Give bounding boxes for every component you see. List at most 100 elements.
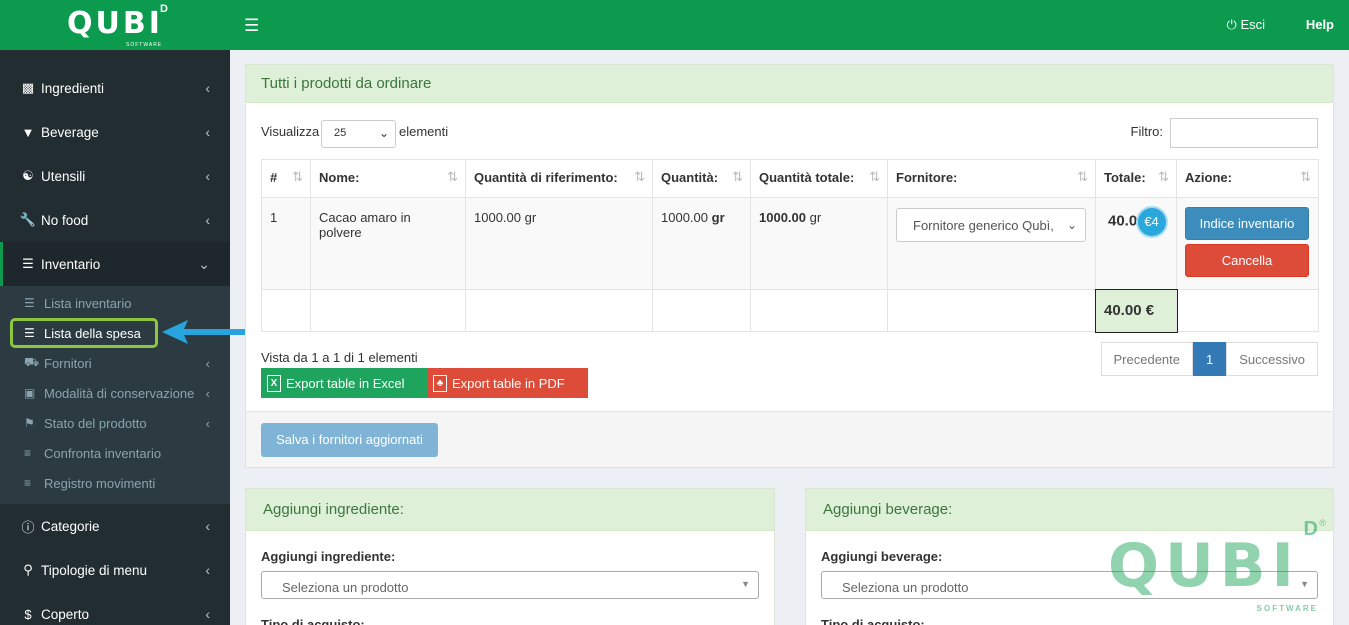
sort-icon: ⇅	[447, 169, 458, 184]
ingredient-select[interactable]: Seleziona un prodotto ▼	[261, 571, 759, 599]
sidebar-item-tipologie-menu[interactable]: ⚲ Tipologie di menu ‹	[0, 548, 230, 592]
pagination-page[interactable]: 1	[1193, 342, 1227, 376]
table-total-row: 40.00 €	[261, 288, 1319, 333]
sidebar: QUBI D SOFTWARE ▩ Ingredienti ‹ ▼ Bevera…	[0, 0, 230, 625]
submenu-item-registro-movimenti[interactable]: ≡ Registro movimenti	[0, 468, 230, 498]
power-icon: ⏻	[1226, 17, 1237, 32]
sidebar-item-beverage[interactable]: ▼ Beverage ‹	[0, 110, 230, 154]
bars-icon: ≡	[24, 446, 32, 460]
column-header-total-qty[interactable]: Quantità totale: ⇅	[750, 159, 888, 198]
export-excel-button[interactable]: X Export table in Excel	[261, 368, 427, 398]
chevron-left-icon: ‹	[205, 385, 210, 401]
inventory-index-button[interactable]: Indice inventario	[1185, 207, 1309, 240]
sidebar-item-utensili[interactable]: ☯ Utensili ‹	[0, 154, 230, 198]
grand-total: 40.00 €	[1094, 288, 1178, 333]
chevron-left-icon: ‹	[205, 415, 210, 431]
sidebar-item-inventario[interactable]: ☰ Inventario ⌄	[0, 242, 230, 286]
column-header-name[interactable]: Nome: ⇅	[310, 159, 466, 198]
sidebar-item-coperto[interactable]: $ Coperto ‹	[0, 592, 230, 625]
sidebar-item-label: Inventario	[41, 256, 101, 272]
submenu-item-label: Fornitori	[44, 355, 92, 371]
cell-total: 40.00€4	[1095, 197, 1177, 290]
sort-icon: ⇅	[869, 169, 880, 184]
sidebar-item-label: Ingredienti	[41, 80, 105, 96]
table-row: 1 Cacao amaro in polvere 1000.00 gr 1000…	[261, 197, 1319, 290]
caret-down-icon: ▼	[1300, 579, 1309, 589]
page-size-value: 25	[334, 127, 347, 139]
page-size-select[interactable]: 25 ⌄	[321, 120, 396, 148]
submenu-item-label: Lista inventario	[44, 295, 132, 311]
cell-qty: 1000.00 gr	[652, 197, 751, 290]
filter-icon: ▼	[21, 124, 35, 140]
products-table: # ⇅ Nome: ⇅ Quantità di riferimento: ⇅ Quan…	[261, 159, 1319, 333]
add-beverage-label: Aggiungi beverage:	[821, 549, 943, 564]
pagination-next[interactable]: Successivo	[1226, 342, 1318, 376]
sort-icon: ⇅	[1300, 169, 1311, 184]
export-pdf-button[interactable]: ♣ Export table in PDF	[427, 368, 588, 398]
column-header-action[interactable]: Azione: ⇅	[1176, 159, 1319, 198]
panel-title: Tutti i prodotti da ordinare	[246, 65, 1333, 103]
column-header-total[interactable]: Totale: ⇅	[1095, 159, 1177, 198]
beverage-select[interactable]: Seleziona un prodotto ▼	[821, 571, 1318, 599]
cell-index: 1	[261, 197, 311, 290]
column-header-supplier[interactable]: Fornitore: ⇅	[887, 159, 1096, 198]
chevron-left-icon: ‹	[205, 168, 210, 184]
submenu-item-stato-prodotto[interactable]: ⚑ Stato del prodotto ‹	[0, 408, 230, 438]
cell-total-qty: 1000.00 gr	[750, 197, 888, 290]
submenu-item-label: Confronta inventario	[44, 445, 162, 461]
panel-title: Aggiungi ingrediente:	[246, 489, 774, 531]
logo[interactable]: QUBI D SOFTWARE	[0, 0, 230, 50]
chevron-down-icon: ⌄	[378, 126, 389, 140]
help-link[interactable]: Help	[1306, 17, 1334, 32]
delete-button[interactable]: Cancella	[1185, 244, 1309, 277]
sidebar-item-categorie[interactable]: ⓘ Categorie ‹	[0, 504, 230, 548]
sidebar-item-no-food[interactable]: 🔧 No food ‹	[0, 198, 230, 242]
sidebar-item-label: Categorie	[41, 518, 100, 534]
logout-button[interactable]: ⏻ Esci	[1227, 17, 1265, 33]
list-icon: ☰	[24, 296, 35, 310]
wrench-icon: 🔧	[19, 212, 37, 227]
truck-icon: ⛟	[24, 355, 40, 369]
pagination-prev[interactable]: Precedente	[1100, 342, 1194, 376]
beverage-placeholder: Seleziona un prodotto	[842, 580, 969, 595]
chevron-left-icon: ‹	[205, 80, 210, 96]
hamburger-icon[interactable]: ☰	[244, 16, 259, 36]
sidebar-item-label: No food	[41, 212, 89, 228]
column-header-qty[interactable]: Quantità: ⇅	[652, 159, 751, 198]
panel-title: Aggiungi beverage:	[806, 489, 1333, 531]
save-suppliers-button[interactable]: Salva i fornitori aggiornati	[261, 423, 438, 457]
chevron-left-icon: ‹	[205, 355, 210, 371]
cell-name: Cacao amaro in polvere	[310, 197, 466, 290]
sort-desc-icon: ⇅	[292, 169, 303, 184]
column-header-index[interactable]: # ⇅	[261, 159, 311, 198]
sort-icon: ⇅	[634, 169, 645, 184]
puzzle-icon: ▩	[21, 80, 35, 95]
sidebar-item-ingredienti[interactable]: ▩ Ingredienti ‹	[0, 66, 230, 110]
supplier-value: Fornitore generico Qubì,	[913, 218, 1054, 233]
cube-icon: ▣	[24, 386, 36, 400]
submenu-item-lista-inventario[interactable]: ☰ Lista inventario	[0, 288, 230, 318]
chevron-left-icon: ‹	[205, 124, 210, 140]
step-badge: €4	[1137, 208, 1166, 236]
show-label: Visualizza	[261, 124, 320, 139]
add-ingredient-label: Aggiungi ingrediente:	[261, 549, 396, 564]
cell-ref-qty: 1000.00 gr	[465, 197, 653, 290]
submenu-item-modalita-conservazione[interactable]: ▣ Modalità di conservazione ‹	[0, 378, 230, 408]
logout-label: Esci	[1240, 17, 1265, 32]
logo-text: QUBI	[67, 5, 163, 41]
bars-icon: ≡	[24, 476, 32, 490]
logo-mark-icon: D	[160, 3, 168, 15]
chevron-down-icon: ⌄	[198, 255, 210, 272]
sort-icon: ⇅	[1077, 169, 1088, 184]
chevron-left-icon: ‹	[205, 518, 210, 534]
cell-supplier: Fornitore generico Qubì, ⌄	[887, 197, 1096, 290]
purchase-type-label: Tipo di acquisto:	[821, 617, 925, 625]
submenu-item-fornitori[interactable]: ⛟ Fornitori ‹	[0, 348, 230, 378]
submenu-item-confronta-inventario[interactable]: ≡ Confronta inventario	[0, 438, 230, 468]
column-header-ref-qty[interactable]: Quantità di riferimento: ⇅	[465, 159, 653, 198]
caret-down-icon: ▼	[741, 579, 750, 589]
supplier-select[interactable]: Fornitore generico Qubì, ⌄	[896, 208, 1086, 242]
filter-input[interactable]	[1170, 118, 1318, 148]
sidebar-item-label: Beverage	[41, 124, 99, 140]
sort-icon: ⇅	[732, 169, 743, 184]
